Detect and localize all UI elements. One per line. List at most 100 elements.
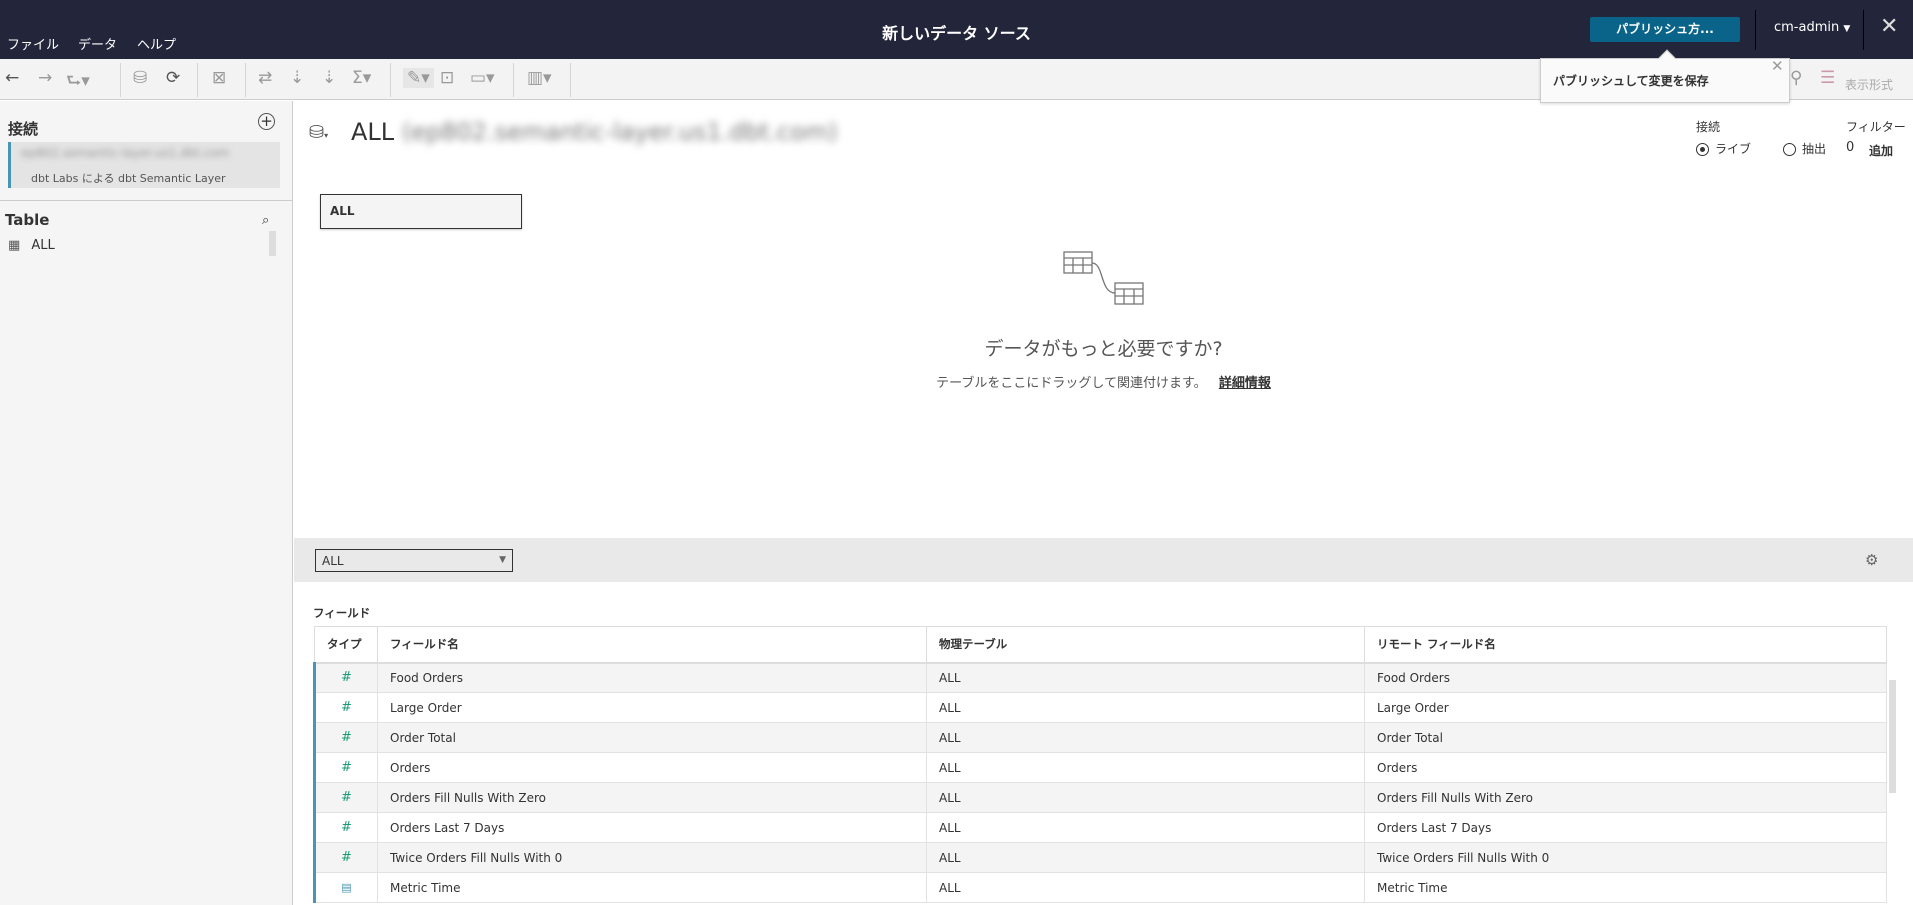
table-row[interactable]: # Orders ALL Orders: [313, 752, 1887, 783]
table-row[interactable]: # Large Order ALL Large Order: [313, 692, 1887, 723]
field-name-cell[interactable]: Large Order: [377, 692, 927, 723]
radio-extract[interactable]: 抽出: [1783, 140, 1826, 157]
type-cell[interactable]: #: [313, 662, 378, 693]
swap-icon[interactable]: ⇄: [258, 68, 272, 88]
field-name-cell[interactable]: Orders Fill Nulls With Zero: [377, 782, 927, 813]
grid-toolbar: [294, 538, 1913, 582]
column-header-type[interactable]: タイプ: [314, 626, 378, 664]
physical-table-cell: ALL: [926, 842, 1365, 873]
physical-table-cell: ALL: [926, 812, 1365, 843]
add-filter-link[interactable]: 追加: [1869, 142, 1893, 159]
redo-icon[interactable]: ⮑▾: [66, 68, 90, 97]
scrollbar[interactable]: [269, 231, 276, 256]
datasource-icon[interactable]: ⛁▾: [309, 122, 328, 143]
table-node-all[interactable]: ALL: [320, 194, 522, 229]
field-name-cell[interactable]: Food Orders: [377, 662, 927, 693]
remote-field-cell: Twice Orders Fill Nulls With 0: [1364, 842, 1887, 873]
format-label[interactable]: 表示形式: [1845, 76, 1893, 93]
close-icon[interactable]: ✕: [1771, 57, 1784, 75]
table-row[interactable]: # Order Total ALL Order Total: [313, 722, 1887, 753]
sort-desc-icon[interactable]: ⇣: [322, 68, 336, 88]
physical-table-cell: ALL: [926, 692, 1365, 723]
connection-item[interactable]: ep802.semantic-layer.us1.dbt.com dbt Lab…: [8, 142, 280, 188]
back-icon[interactable]: ←: [5, 68, 19, 88]
filter-label: フィルター: [1846, 120, 1906, 134]
search-icon[interactable]: ⌕: [262, 213, 269, 228]
remote-field-cell: Orders: [1364, 752, 1887, 783]
field-name-cell[interactable]: Twice Orders Fill Nulls With 0: [377, 842, 927, 873]
format-icon[interactable]: ☰: [1820, 68, 1835, 88]
table-row[interactable]: # Orders Last 7 Days ALL Orders Last 7 Days: [313, 812, 1887, 843]
publish-button[interactable]: パブリッシュ方...: [1590, 17, 1740, 42]
field-name-cell[interactable]: Order Total: [377, 722, 927, 753]
datasource-name: ALL: [351, 118, 395, 146]
sum-icon[interactable]: Σ▾: [352, 68, 371, 88]
radio-live[interactable]: ライブ: [1696, 140, 1751, 157]
divider: [0, 200, 293, 201]
column-header-field-name[interactable]: フィールド名: [377, 626, 927, 664]
table-select[interactable]: ALL ▼: [315, 549, 513, 572]
divider: [1755, 10, 1756, 50]
divider: [390, 63, 391, 97]
empty-title: データがもっと必要ですか?: [984, 338, 1223, 360]
close-icon[interactable]: ✕: [1880, 14, 1898, 39]
table-item-label: ALL: [31, 238, 55, 253]
field-name-cell[interactable]: Orders: [377, 752, 927, 783]
radio-icon: [1783, 143, 1796, 156]
type-cell[interactable]: #: [313, 722, 378, 753]
type-cell[interactable]: #: [313, 812, 378, 843]
field-name-cell[interactable]: Orders Last 7 Days: [377, 812, 927, 843]
sort-asc-icon[interactable]: ⇣: [290, 68, 304, 88]
connection-label: 接続: [1696, 120, 1721, 134]
type-cell[interactable]: ▤: [313, 872, 378, 903]
table-item[interactable]: ▦ ALL: [8, 234, 55, 253]
forward-icon[interactable]: →: [38, 68, 52, 88]
left-panel: 接続 + ep802.semantic-layer.us1.dbt.com db…: [0, 101, 293, 905]
table-row[interactable]: ▤ Metric Time ALL Metric Time: [313, 872, 1887, 903]
table-row[interactable]: # Food Orders ALL Food Orders: [313, 662, 1887, 693]
datasource-title[interactable]: ALL (ep802.semantic-layer.us1.dbt.com): [351, 118, 838, 146]
radio-live-label: ライブ: [1715, 142, 1752, 156]
fields-heading: フィールド: [313, 606, 371, 620]
type-cell[interactable]: #: [313, 782, 378, 813]
scrollbar[interactable]: [1889, 680, 1896, 793]
empty-subtitle-text: テーブルをここにドラッグして関連付けます。: [936, 376, 1207, 391]
column-header-remote-field-name[interactable]: リモート フィールド名: [1364, 626, 1887, 664]
label-icon[interactable]: ⊡: [440, 68, 454, 88]
fit-icon[interactable]: ▭▾: [470, 68, 495, 88]
user-menu[interactable]: cm-admin ▼: [1774, 20, 1850, 35]
divider: [120, 63, 121, 97]
physical-table-cell: ALL: [926, 722, 1365, 753]
learn-more-link[interactable]: 詳細情報: [1219, 376, 1271, 391]
pause-update-icon[interactable]: ⛁: [133, 68, 147, 88]
number-icon: #: [341, 670, 352, 686]
type-cell[interactable]: #: [313, 752, 378, 783]
join-tables-icon: [1063, 251, 1144, 305]
divider: [1863, 10, 1864, 50]
physical-table-cell: ALL: [926, 872, 1365, 903]
field-name-cell[interactable]: Metric Time: [377, 872, 927, 903]
divider: [570, 63, 571, 97]
pin-icon[interactable]: ⚲: [1790, 68, 1802, 88]
type-cell[interactable]: #: [313, 842, 378, 873]
user-name: cm-admin: [1774, 20, 1840, 35]
refresh-icon[interactable]: ⟳: [166, 68, 180, 88]
type-cell[interactable]: #: [313, 692, 378, 723]
table-row[interactable]: # Orders Fill Nulls With Zero ALL Orders Fi…: [313, 782, 1887, 813]
show-me-icon[interactable]: ▥▾: [527, 68, 552, 88]
highlight-icon[interactable]: ✎▾: [403, 68, 434, 88]
remote-field-cell: Food Orders: [1364, 662, 1887, 693]
number-icon: #: [341, 700, 352, 715]
clear-icon[interactable]: ⊠: [212, 68, 226, 88]
chevron-down-icon: ▼: [1843, 24, 1851, 34]
fields-table: タイプ フィールド名 物理テーブル リモート フィールド名 # Food Orde…: [313, 626, 1887, 903]
filter-count: 0: [1846, 140, 1855, 155]
table-row[interactable]: # Twice Orders Fill Nulls With 0 ALL Twice …: [313, 842, 1887, 873]
add-connection-icon[interactable]: +: [258, 113, 275, 130]
gear-icon[interactable]: ⚙: [1865, 551, 1878, 569]
table-icon: ▦: [8, 238, 21, 253]
datasource-host: (ep802.semantic-layer.us1.dbt.com): [401, 118, 838, 146]
column-header-physical-table[interactable]: 物理テーブル: [926, 626, 1365, 664]
date-icon: ▤: [341, 881, 352, 894]
number-icon: #: [341, 820, 352, 835]
